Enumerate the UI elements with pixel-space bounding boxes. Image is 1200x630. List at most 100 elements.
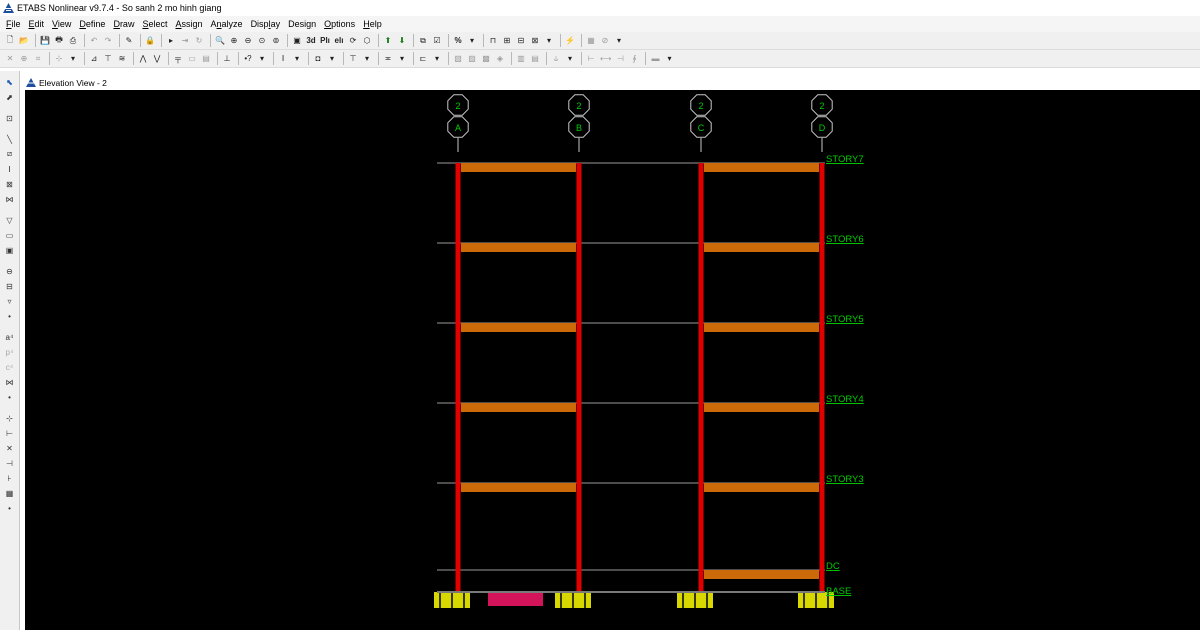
object-shrink-icon[interactable]: ⧉ [417, 34, 429, 47]
move-down-icon[interactable]: ⬇ [396, 34, 408, 47]
menu-edit[interactable]: Edit [25, 19, 49, 29]
area-icon[interactable]: ▭ [186, 52, 198, 65]
select-all-icon[interactable]: a⁴ [4, 331, 16, 343]
pencil-icon[interactable]: ✎ [123, 34, 135, 47]
reference-icon[interactable]: ▬ [649, 52, 661, 65]
section-box-dropdown-icon[interactable]: ▾ [326, 52, 338, 65]
snap-ends-icon[interactable]: ⊢ [4, 427, 16, 439]
undo-icon[interactable]: ↶ [88, 34, 100, 47]
wall-2-icon[interactable]: ▨ [466, 52, 478, 65]
opening-icon[interactable]: ▥ [515, 52, 527, 65]
link-dropdown-icon[interactable]: ▾ [564, 52, 576, 65]
rotate-3d-icon[interactable]: ⟳ [347, 34, 359, 47]
draw-area-icon[interactable]: ▽ [4, 214, 16, 226]
dimension-2-icon[interactable]: ⟷ [599, 52, 612, 65]
close-icon[interactable]: ✕ [4, 52, 16, 65]
elevation-view-button[interactable]: elı [333, 34, 345, 47]
plot-function-icon[interactable]: ⊿ [88, 52, 100, 65]
draw-point-icon[interactable]: ⊡ [4, 112, 16, 124]
section-c-icon[interactable]: ⊏ [417, 52, 429, 65]
menu-define[interactable]: Define [75, 19, 109, 29]
draw-wall-3-icon[interactable]: ▿ [4, 295, 16, 307]
open-file-icon[interactable]: 📂 [18, 34, 30, 47]
section-c-dropdown-icon[interactable]: ▾ [431, 52, 443, 65]
snap-fine-grid-icon[interactable]: ▦ [4, 487, 16, 499]
grid-icon[interactable]: ⊟ [515, 34, 527, 47]
reshape-icon[interactable]: ⬈ [4, 91, 16, 103]
shear-force-icon[interactable]: ⊤ [102, 52, 114, 65]
select-intersect-icon[interactable]: ⋈ [4, 376, 16, 388]
view-3d-button[interactable]: 3d [305, 34, 317, 47]
zoom-window-icon[interactable]: 🔍 [214, 34, 226, 47]
opening-2-icon[interactable]: ▤ [529, 52, 541, 65]
run-step-icon[interactable]: ⇥ [179, 34, 191, 47]
zoom-out-icon[interactable]: ⊖ [242, 34, 254, 47]
menu-view[interactable]: View [48, 19, 75, 29]
dimension-4-icon[interactable]: ∮ [628, 52, 640, 65]
menu-display[interactable]: Display [247, 19, 285, 29]
new-model-icon[interactable]: 🗋 [4, 34, 16, 47]
snap-intersections-icon[interactable]: ✕ [4, 442, 16, 454]
print-icon[interactable]: 🖶 [53, 34, 65, 47]
dimension-icon[interactable]: ⊢ [585, 52, 597, 65]
lightning-icon[interactable]: ⚡ [564, 34, 576, 47]
rebar-icon[interactable]: ⊠ [529, 34, 541, 47]
column-icon[interactable]: ╤ [172, 52, 184, 65]
draw-rect-area-icon[interactable]: ▭ [4, 229, 16, 241]
design-dropdown-icon[interactable]: ▾ [613, 34, 625, 47]
plan-view-button[interactable]: Plı [319, 34, 331, 47]
draw-column-icon[interactable]: Ⅰ [4, 163, 16, 175]
draw-line-icon[interactable]: ╲ [4, 133, 16, 145]
load-case-dropdown-icon[interactable]: ▾ [256, 52, 268, 65]
elevation-model-drawing[interactable]: 2 A 2 B 2 C 2 D STORY7 STORY6 STORY5 STORY4 STORY3 DC… [25, 90, 1200, 630]
elevation-view-canvas[interactable]: 2 A 2 B 2 C 2 D STORY7 STORY6 STORY5 STORY4 STORY3 DC… [25, 90, 1200, 630]
section-i-dropdown-icon[interactable]: ▾ [291, 52, 303, 65]
menu-analyze[interactable]: Analyze [207, 19, 247, 29]
reference-dropdown-icon[interactable]: ▾ [663, 52, 675, 65]
section-double-dropdown-icon[interactable]: ▾ [396, 52, 408, 65]
select-previous-icon[interactable]: p⁴ [4, 346, 16, 358]
elevation-window-titlebar[interactable]: Elevation View - 2 [22, 76, 1200, 89]
brace-icon[interactable]: ⊥ [221, 52, 233, 65]
menu-options[interactable]: Options [320, 19, 359, 29]
run-analysis-icon[interactable]: ▸ [165, 34, 177, 47]
joint-icon[interactable]: ⌗ [32, 52, 44, 65]
link-icon[interactable]: ⫝ [550, 52, 562, 65]
draw-beam-icon[interactable]: ⊠ [4, 178, 16, 190]
refresh-icon[interactable]: ↻ [193, 34, 205, 47]
snap-lines-icon[interactable]: ⊦ [4, 472, 16, 484]
snap-dropdown-icon[interactable]: ▾ [67, 52, 79, 65]
pointer-icon[interactable]: ⬉ [4, 76, 16, 88]
wall-4-icon[interactable]: ◈ [494, 52, 506, 65]
percent-button[interactable]: % [452, 34, 464, 47]
menu-file[interactable]: File [2, 19, 25, 29]
section-double-icon[interactable]: ≖ [382, 52, 394, 65]
area-2-icon[interactable]: ▤ [200, 52, 212, 65]
section-i-icon[interactable]: Ⅰ [277, 52, 289, 65]
redo-icon[interactable]: ↷ [102, 34, 114, 47]
menu-help[interactable]: Help [359, 19, 386, 29]
draw-brace-icon[interactable]: ⋈ [4, 193, 16, 205]
section-t-dropdown-icon[interactable]: ▾ [361, 52, 373, 65]
table-icon[interactable]: ▦ [585, 34, 597, 47]
print-preview-icon[interactable]: ⎙ [67, 34, 79, 47]
percent-dropdown-icon[interactable]: ▾ [466, 34, 478, 47]
menu-design[interactable]: Design [284, 19, 320, 29]
dimension-3-icon[interactable]: ⊣ [614, 52, 626, 65]
menu-assign[interactable]: Assign [171, 19, 206, 29]
menu-draw[interactable]: Draw [109, 19, 138, 29]
load-case-icon[interactable]: •? [242, 52, 254, 65]
pan-icon[interactable]: ▣ [291, 34, 303, 47]
set-display-options-icon[interactable]: ☑ [431, 34, 443, 47]
snap-icon[interactable]: ⊹ [53, 52, 65, 65]
target-icon[interactable]: ⊕ [18, 52, 30, 65]
menu-select[interactable]: Select [138, 19, 171, 29]
move-up-icon[interactable]: ⬆ [382, 34, 394, 47]
section-box-icon[interactable]: ◘ [312, 52, 324, 65]
zoom-fit-icon[interactable]: ⊙ [256, 34, 268, 47]
zoom-in-icon[interactable]: ⊕ [228, 34, 240, 47]
mode-shape-2-icon[interactable]: ⋁ [151, 52, 163, 65]
clear-selection-icon[interactable]: c⁴ [4, 361, 16, 373]
frame-icon[interactable]: ⊓ [487, 34, 499, 47]
draw-wall-2-icon[interactable]: ⊟ [4, 280, 16, 292]
